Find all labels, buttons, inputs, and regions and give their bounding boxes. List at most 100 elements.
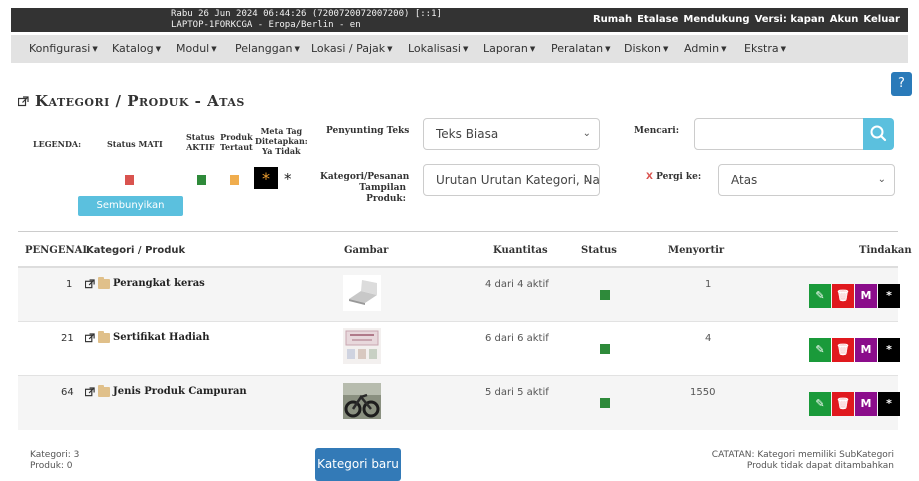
menu-extras[interactable]: Ekstra ▼ <box>744 42 786 55</box>
external-link-icon[interactable] <box>85 386 95 397</box>
sort-order-select[interactable]: Urutan Urutan Kategori, Na ⌄ <box>423 164 600 196</box>
link-account[interactable]: Akun <box>830 14 859 25</box>
row-id: 1 <box>66 279 73 290</box>
menu-configuration-label: Konfigurasi <box>29 42 91 55</box>
col-header-id[interactable]: PENGENAL <box>25 245 89 256</box>
menu-customers[interactable]: Pelanggan ▼ <box>235 42 300 55</box>
table-row[interactable] <box>18 268 898 321</box>
menu-catalog-label: Katalog <box>112 42 154 55</box>
caret-down-icon: ▼ <box>721 45 727 53</box>
caret-down-icon: ▼ <box>387 45 393 53</box>
row-id: 64 <box>61 387 74 398</box>
row-quantity: 5 dari 5 aktif <box>485 387 549 398</box>
search-button[interactable] <box>863 118 894 150</box>
row-name[interactable]: Perangkat keras <box>85 276 205 289</box>
row-name[interactable]: Jenis Produk Campuran <box>85 384 247 397</box>
link-logout[interactable]: Keluar <box>863 14 900 25</box>
external-link-icon[interactable] <box>18 95 29 107</box>
menu-localization-label: Lokalisasi <box>408 42 461 55</box>
menu-catalog[interactable]: Katalog ▼ <box>112 42 161 55</box>
external-link-icon[interactable] <box>85 332 95 343</box>
status-active-indicator[interactable] <box>600 398 610 408</box>
menu-tools[interactable]: Peralatan ▼ <box>551 42 611 55</box>
caret-down-icon: ▼ <box>294 45 300 53</box>
col-header-name[interactable]: Kategori / Produk <box>86 245 185 256</box>
product-count: Produk: 0 <box>30 461 73 471</box>
menu-modules[interactable]: Modul ▼ <box>176 42 217 55</box>
external-link-icon[interactable] <box>85 278 95 289</box>
move-button[interactable]: M <box>855 284 877 308</box>
delete-button[interactable]: 🗑 <box>832 392 854 416</box>
menu-discounts[interactable]: Diskon ▼ <box>624 42 668 55</box>
sort-order-label: Kategori/Pesanan Tampilan Produk: <box>320 172 409 205</box>
caret-down-icon: ▼ <box>462 45 469 53</box>
menu-locations-taxes[interactable]: Lokasi / Pajak ▼ <box>311 42 393 55</box>
legend-meta-line1: Meta Tag <box>260 126 303 136</box>
goto-reset-icon[interactable]: X <box>646 172 653 182</box>
goto-select[interactable]: Atas ⌄ <box>718 164 895 196</box>
link-home[interactable]: Rumah <box>593 14 632 25</box>
chevron-down-icon: ⌄ <box>582 174 591 185</box>
row-name[interactable]: Sertifikat Hadiah <box>85 330 210 343</box>
menu-tools-label: Peralatan <box>551 42 604 55</box>
row-name-text: Jenis Produk Campuran <box>113 386 247 397</box>
edit-button[interactable]: ✎ <box>809 284 831 308</box>
menu-admin-label: Admin <box>684 42 720 55</box>
status-off-swatch <box>125 175 134 185</box>
legend-linked-line1: Produk <box>220 132 253 142</box>
table-row[interactable] <box>18 376 898 430</box>
link-version[interactable]: Versi: kapan <box>755 14 825 25</box>
legend-status-off: Status MATI <box>107 139 163 149</box>
page-title-wrap: Kategori / Produk - Atas <box>18 92 245 110</box>
footer-note: CATATAN: Kategori memiliki SubKategori P… <box>712 450 894 472</box>
edit-button[interactable]: ✎ <box>809 338 831 362</box>
row-name-text: Perangkat keras <box>113 278 205 289</box>
status-active-indicator[interactable] <box>600 344 610 354</box>
menu-localization[interactable]: Lokalisasi ▼ <box>408 42 468 55</box>
caret-down-icon: ▼ <box>662 45 669 53</box>
menu-configuration[interactable]: Konfigurasi ▼ <box>29 42 98 55</box>
meta-tags-button[interactable]: * <box>878 392 900 416</box>
main-menu-bar: Konfigurasi ▼ Katalog ▼ Modul ▼ Pelanggan ▼ … <box>11 35 908 63</box>
col-header-actions: Tindakan <box>859 245 912 256</box>
caret-down-icon: ▼ <box>605 45 611 53</box>
edit-button[interactable]: ✎ <box>809 392 831 416</box>
new-category-button[interactable]: Kategori baru <box>315 448 401 481</box>
folder-icon <box>98 276 110 289</box>
page-title: Kategori / Produk - Atas <box>35 92 245 110</box>
goto-label: X Pergi ke: <box>646 172 701 183</box>
footer-note-line2: Produk tidak dapat ditambahkan <box>746 461 894 471</box>
goto-value: Atas <box>731 173 758 187</box>
search-input[interactable] <box>694 118 864 150</box>
help-button[interactable]: ? <box>891 72 912 96</box>
caret-down-icon: ▼ <box>92 45 98 53</box>
folder-icon <box>98 384 110 397</box>
legend-status-on-line1: Status <box>186 132 215 142</box>
menu-reports[interactable]: Laporan ▼ <box>483 42 535 55</box>
hide-images-button[interactable]: Sembunyikan Gambar <box>78 196 183 231</box>
link-storefront[interactable]: Etalase <box>637 14 678 25</box>
link-support[interactable]: Mendukung <box>683 14 749 25</box>
menu-customers-label: Pelanggan <box>235 42 293 55</box>
row-divider <box>18 321 898 322</box>
col-header-image: Gambar <box>344 245 389 256</box>
delete-button[interactable]: 🗑 <box>832 338 854 362</box>
delete-button[interactable]: 🗑 <box>832 284 854 308</box>
menu-admin[interactable]: Admin ▼ <box>684 42 726 55</box>
caret-down-icon: ▼ <box>780 45 787 53</box>
move-button[interactable]: M <box>855 392 877 416</box>
meta-tags-button[interactable]: * <box>878 284 900 308</box>
legend-linked: Produk Tertaut <box>220 132 253 152</box>
legend-label: LEGENDA: <box>33 139 82 149</box>
chevron-down-icon: ⌄ <box>877 174 886 185</box>
text-editor-select[interactable]: Teks Biasa ⌄ <box>423 118 600 150</box>
sort-order-value: Urutan Urutan Kategori, Na <box>436 173 600 187</box>
move-button[interactable]: M <box>855 338 877 362</box>
menu-locations-taxes-label: Lokasi / Pajak <box>311 42 386 55</box>
text-editor-label: Penyunting Teks <box>326 126 410 136</box>
meta-tags-button[interactable]: * <box>878 338 900 362</box>
col-header-quantity: Kuantitas <box>493 245 548 256</box>
col-header-sort[interactable]: Menyortir <box>668 245 724 256</box>
status-active-indicator[interactable] <box>600 290 610 300</box>
server-info: Rabu 26 Jun 2024 06:44:26 (7200720072007… <box>171 9 442 31</box>
